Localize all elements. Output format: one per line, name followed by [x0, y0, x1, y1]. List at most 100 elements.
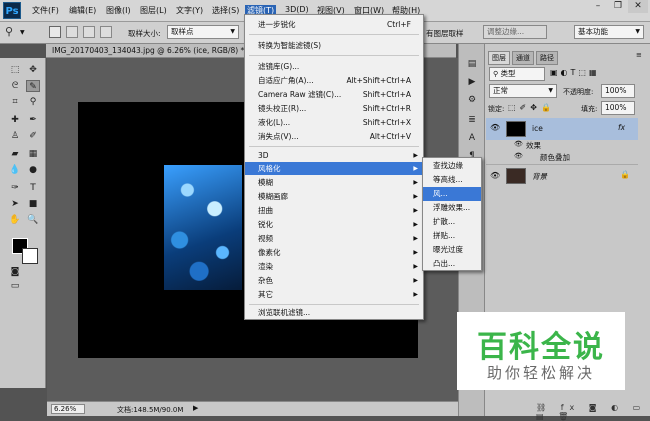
layer-effects-row[interactable]: 👁 效果 [486, 139, 638, 151]
eraser-tool-icon[interactable]: ▰ [8, 148, 22, 160]
submenu-item-trace-contour[interactable]: 等高线... [423, 173, 481, 187]
sample-all-layers-label[interactable]: 有图层取样 [426, 28, 464, 39]
submenu-item-extrude[interactable]: 凸出... [423, 257, 481, 271]
menu-select[interactable]: 选择(S) [210, 5, 241, 16]
tab-layers[interactable]: 图层 [488, 51, 510, 65]
blend-mode-select[interactable]: 正常 ▼ [489, 84, 557, 98]
menu-item-liquify[interactable]: 液化(L)... Shift+Ctrl+X [245, 116, 423, 129]
fill-input[interactable]: 100% [601, 101, 635, 115]
visibility-eye-icon[interactable]: 👁 [490, 171, 500, 180]
menu-item-vanishing-point[interactable]: 消失点(V)... Alt+Ctrl+V [245, 130, 423, 143]
menu-edit[interactable]: 编辑(E) [67, 5, 98, 16]
gradient-tool-icon[interactable]: ▦ [26, 148, 40, 160]
zoom-tool-icon[interactable]: 🔍 [26, 214, 40, 226]
subtract-selection-button[interactable] [83, 26, 95, 38]
eyedropper-tool-icon[interactable]: ⚲ [26, 96, 40, 108]
submenu-item-find-edges[interactable]: 查找边缘 [423, 159, 481, 173]
menu-item-browse-online[interactable]: 浏览联机滤镜... [245, 306, 423, 319]
move-tool-icon[interactable]: ✥ [26, 64, 40, 76]
text-panel-icon[interactable]: A [465, 132, 479, 144]
menu-item-blur-gallery[interactable]: 模糊画廊 ▶ [245, 190, 423, 203]
submenu-item-diffuse[interactable]: 扩散... [423, 215, 481, 229]
effects-eye-icon[interactable]: 👁 [514, 140, 523, 148]
tab-channels[interactable]: 通道 [512, 51, 534, 65]
submenu-item-tiles[interactable]: 拼贴... [423, 229, 481, 243]
dodge-tool-icon[interactable]: ● [26, 164, 40, 176]
color-overlay-row[interactable]: 👁 颜色叠加 [486, 151, 638, 163]
fx-badge[interactable]: fx [618, 123, 625, 132]
menu-item-3d[interactable]: 3D ▶ [245, 149, 423, 162]
menu-item-smart-filter[interactable]: 转换为智能滤镜(S) [245, 39, 423, 52]
status-arrow-icon[interactable]: ▶ [193, 404, 198, 412]
type-tool-icon[interactable]: T [26, 182, 40, 194]
layer-row-ice[interactable]: 👁 ice fx [486, 118, 638, 140]
layer-row-background[interactable]: 👁 背景 🔒 [486, 164, 638, 186]
minimize-icon[interactable]: – [588, 0, 608, 13]
panel-menu-icon[interactable]: ≡ [636, 51, 642, 59]
shape-tool-icon[interactable]: ■ [26, 198, 40, 210]
lock-icons[interactable]: ⬚✐✥🔒 [508, 103, 555, 112]
brush-tool-icon[interactable]: ✒ [26, 114, 40, 126]
quick-mask-icon[interactable]: ◙ [8, 266, 22, 278]
crop-tool-icon[interactable]: ⌗ [8, 96, 22, 108]
lasso-tool-icon[interactable]: ᘓ [8, 80, 22, 92]
menu-item-distort[interactable]: 扭曲 ▶ [245, 204, 423, 217]
menu-item-other[interactable]: 其它 ▶ [245, 288, 423, 301]
menu-item-stylize[interactable]: 风格化 ▶ [245, 162, 423, 175]
hand-tool-icon[interactable]: ✋ [8, 214, 22, 226]
layer-kind-filter[interactable]: ⚲ 类型 [489, 67, 545, 81]
history-panel-icon[interactable]: ▤ [465, 58, 479, 70]
menu-item-render[interactable]: 渲染 ▶ [245, 260, 423, 273]
visibility-eye-icon[interactable]: 👁 [490, 123, 500, 132]
new-selection-button[interactable] [49, 26, 61, 38]
stamp-tool-icon[interactable]: ♙ [8, 130, 22, 142]
properties-panel-icon[interactable]: ≣ [465, 114, 479, 126]
path-select-tool-icon[interactable]: ➤ [8, 198, 22, 210]
doc-info[interactable]: 文档:148.5M/90.0M [117, 405, 183, 415]
overlay-eye-icon[interactable]: 👁 [514, 152, 523, 160]
workspace-select[interactable]: 基本功能 ▼ [574, 25, 644, 39]
menu-file[interactable]: 文件(F) [30, 5, 61, 16]
menu-item-pixelate[interactable]: 像素化 ▶ [245, 246, 423, 259]
menu-item-video[interactable]: 视频 ▶ [245, 232, 423, 245]
document-tab[interactable]: IMG_20170403_134043.jpg @ 6.26% (ice, RG… [52, 46, 244, 55]
healing-tool-icon[interactable]: ✚ [8, 114, 22, 126]
restore-icon[interactable]: ❐ [608, 0, 628, 13]
zoom-field[interactable]: 6.26% [51, 404, 85, 414]
menu-item-lens-correction[interactable]: 镜头校正(R)... Shift+Ctrl+R [245, 102, 423, 115]
menu-item-adaptive-wide-angle[interactable]: 自适应广角(A)... Alt+Shift+Ctrl+A [245, 74, 423, 87]
menu-item-filter-gallery[interactable]: 滤镜库(G)... [245, 60, 423, 73]
menu-item-blur[interactable]: 模糊 ▶ [245, 176, 423, 189]
submenu-item-wind[interactable]: 风... [423, 187, 481, 201]
history-brush-icon[interactable]: ✐ [26, 130, 40, 142]
background-color-swatch[interactable] [22, 248, 38, 264]
menu-3d[interactable]: 3D(D) [283, 5, 311, 14]
adjust-panel-icon[interactable]: ⚙ [465, 94, 479, 106]
layer-filter-icons[interactable]: ▣◐T⬚▦ [550, 68, 600, 77]
opacity-input[interactable]: 100% [601, 84, 635, 98]
quick-select-tool-icon[interactable]: ✎ [26, 80, 40, 92]
chevron-down-icon[interactable]: ▼ [20, 29, 25, 36]
eyedropper-icon[interactable]: ⚲ [5, 25, 13, 38]
play-panel-icon[interactable]: ▶ [465, 76, 479, 88]
add-selection-button[interactable] [66, 26, 78, 38]
refine-edge-button[interactable]: 调整边缘... [483, 25, 547, 39]
marquee-tool-icon[interactable]: ⬚ [8, 64, 22, 76]
screen-mode-icon[interactable]: ▭ [8, 280, 22, 292]
sample-size-select[interactable]: 取样点 ▼ [167, 25, 239, 39]
menu-image[interactable]: 图像(I) [104, 5, 133, 16]
tab-paths[interactable]: 路径 [536, 51, 558, 65]
menu-item-sharpen[interactable]: 锐化 ▶ [245, 218, 423, 231]
menu-item-noise[interactable]: 杂色 ▶ [245, 274, 423, 287]
blur-tool-icon[interactable]: 💧 [8, 164, 22, 176]
pen-tool-icon[interactable]: ✑ [8, 182, 22, 194]
menu-item-sharpen-more[interactable]: 进一步锐化 Ctrl+F [245, 18, 423, 31]
submenu-item-emboss[interactable]: 浮雕效果... [423, 201, 481, 215]
submenu-item-solarize[interactable]: 曝光过度 [423, 243, 481, 257]
intersect-selection-button[interactable] [100, 26, 112, 38]
menu-type[interactable]: 文字(Y) [174, 5, 205, 16]
menu-layer[interactable]: 图层(L) [138, 5, 169, 16]
menu-item-camera-raw[interactable]: Camera Raw 滤镜(C)... Shift+Ctrl+A [245, 88, 423, 101]
layer-bottom-icons[interactable]: ⛓ fx ◙ ◐ ▭ ▤ 🗑 [536, 403, 650, 421]
close-icon[interactable]: ✕ [628, 0, 648, 13]
